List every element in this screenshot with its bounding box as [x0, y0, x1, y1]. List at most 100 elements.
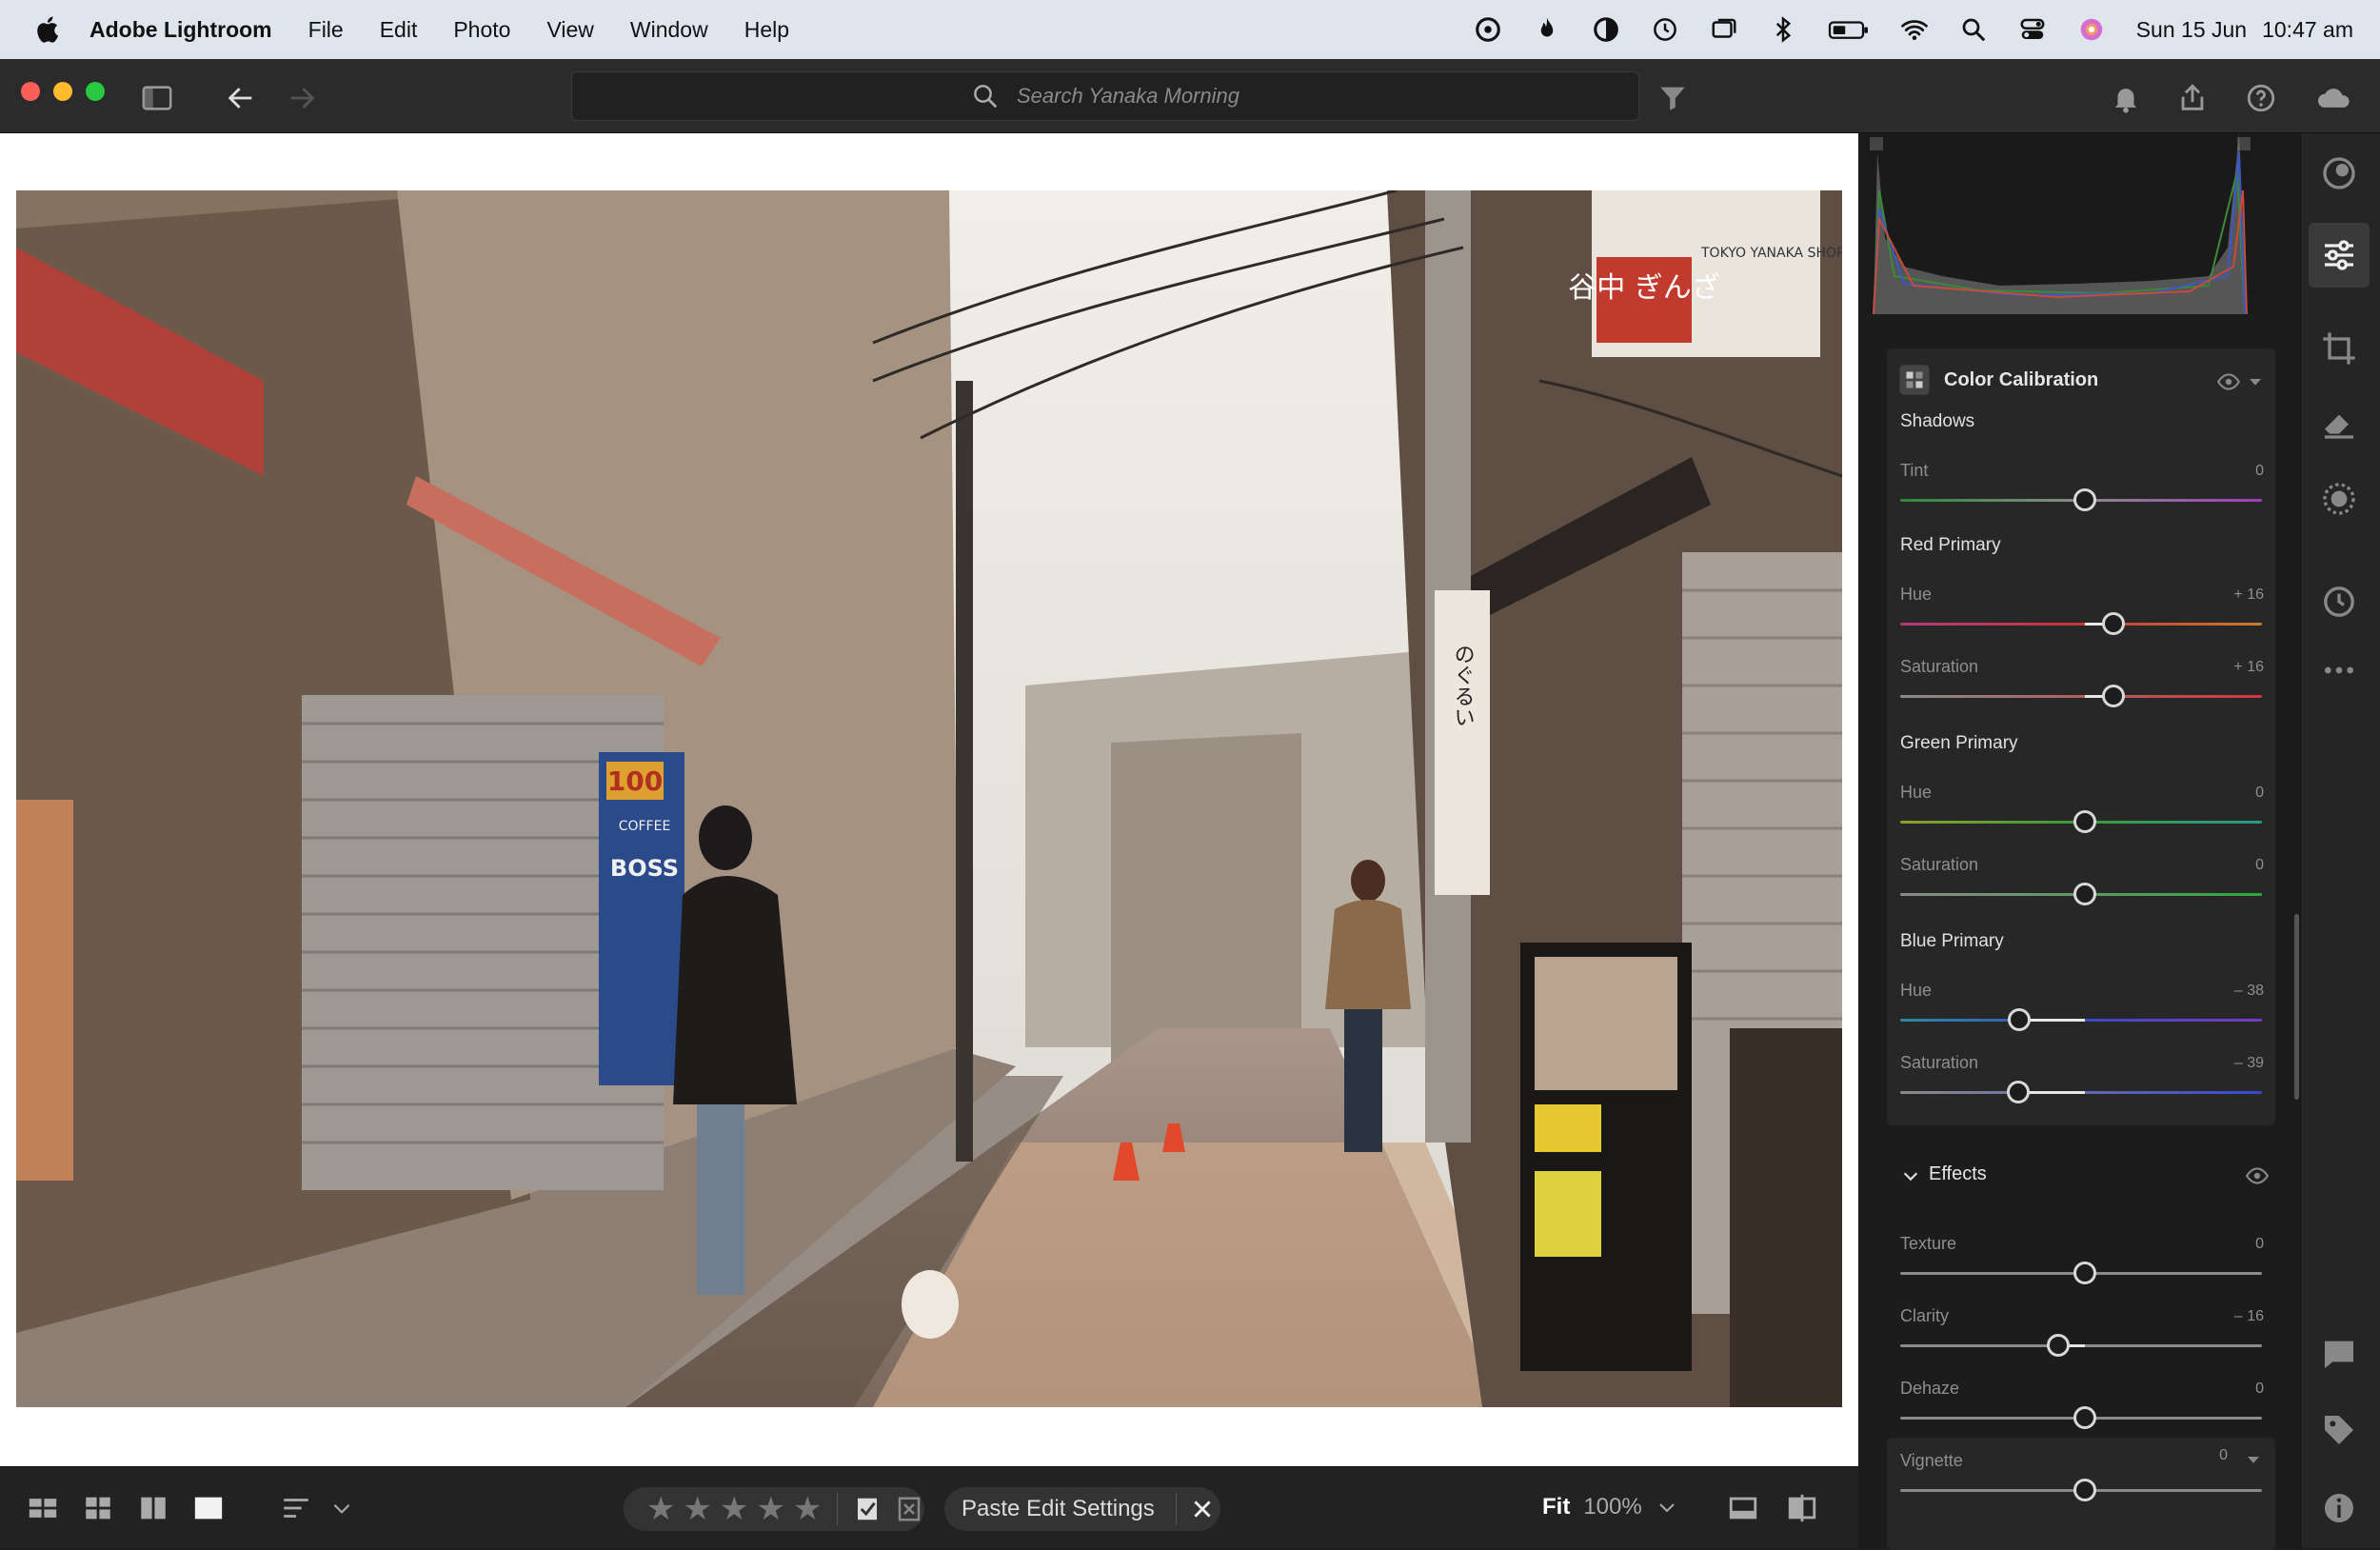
green-saturation-value[interactable]: 0: [2255, 857, 2264, 874]
shadows-tint-value[interactable]: 0: [2255, 463, 2264, 480]
edit-sliders-icon[interactable]: [2320, 236, 2358, 274]
time-machine-icon[interactable]: [1651, 15, 1679, 44]
green-hue-value[interactable]: 0: [2255, 785, 2264, 802]
star-5-icon[interactable]: ★: [793, 1493, 822, 1525]
close-window-button[interactable]: [21, 82, 40, 101]
info-icon[interactable]: [2320, 1489, 2358, 1527]
help-icon[interactable]: [2245, 82, 2277, 114]
green-hue-slider-thumb[interactable]: [2073, 810, 2096, 833]
visibility-eye-icon[interactable]: [2216, 369, 2241, 394]
minimize-window-button[interactable]: [53, 82, 72, 101]
green-hue-label: Hue: [1900, 783, 1933, 802]
dehaze-slider-thumb[interactable]: [2073, 1406, 2096, 1429]
flame-icon[interactable]: [1533, 15, 1561, 44]
menu-help[interactable]: Help: [744, 17, 789, 43]
zoom-fit-button[interactable]: Fit: [1542, 1494, 1570, 1520]
wifi-icon[interactable]: [1900, 15, 1929, 44]
notifications-bell-icon[interactable]: [2110, 82, 2142, 114]
battery-icon[interactable]: [1828, 15, 1870, 44]
blue-hue-slider-thumb[interactable]: [2008, 1008, 2031, 1031]
menu-window[interactable]: Window: [630, 17, 708, 43]
clarity-value[interactable]: – 16: [2234, 1308, 2264, 1325]
menu-edit[interactable]: Edit: [380, 17, 418, 43]
red-saturation-track[interactable]: [1900, 695, 2262, 698]
square-grid-view-icon[interactable]: [27, 1492, 59, 1524]
green-saturation-slider-thumb[interactable]: [2073, 883, 2096, 905]
paste-divider: [1175, 1493, 1177, 1525]
shadow-clipping-toggle[interactable]: [1870, 137, 1883, 150]
sort-chevron-down-icon[interactable]: [329, 1492, 354, 1524]
menu-file[interactable]: File: [308, 17, 344, 43]
effects-title[interactable]: Effects: [1929, 1163, 1987, 1185]
vignette-slider-thumb[interactable]: [2073, 1479, 2096, 1501]
menubar-clock[interactable]: Sun 15 Jun 10:47 am: [2136, 17, 2353, 43]
masking-icon[interactable]: [2320, 480, 2358, 518]
zoom-chevron-down-icon[interactable]: [1656, 1496, 1678, 1519]
control-center-icon[interactable]: [2018, 15, 2047, 44]
sort-icon[interactable]: [280, 1492, 312, 1524]
effects-collapse-chevron-icon[interactable]: [1900, 1165, 1921, 1186]
crop-rotate-icon[interactable]: [2320, 329, 2358, 368]
window-stack-icon[interactable]: [1710, 15, 1738, 44]
menu-photo[interactable]: Photo: [453, 17, 510, 43]
red-hue-slider-thumb[interactable]: [2102, 612, 2125, 635]
auto-edit-icon[interactable]: [2320, 154, 2358, 192]
red-saturation-value[interactable]: + 16: [2233, 659, 2264, 676]
blue-hue-value[interactable]: – 38: [2234, 983, 2264, 1000]
texture-value[interactable]: 0: [2255, 1236, 2264, 1253]
filter-icon[interactable]: [1656, 82, 1689, 114]
search-input[interactable]: Search Yanaka Morning: [571, 71, 1639, 121]
before-after-icon[interactable]: [1786, 1492, 1818, 1524]
close-paste-icon[interactable]: [1190, 1497, 1215, 1521]
star-4-icon[interactable]: ★: [756, 1493, 784, 1525]
edit-panel-scrollbar[interactable]: [2294, 914, 2299, 1100]
blue-saturation-value[interactable]: – 39: [2234, 1055, 2264, 1072]
forward-arrow-icon[interactable]: [286, 82, 318, 114]
star-3-icon[interactable]: ★: [720, 1493, 748, 1525]
sidebar-toggle-icon[interactable]: [141, 82, 173, 114]
zoom-window-button[interactable]: [86, 82, 105, 101]
bluetooth-icon[interactable]: [1769, 15, 1797, 44]
versions-history-icon[interactable]: [2320, 583, 2358, 621]
spotlight-search-icon[interactable]: [1959, 15, 1988, 44]
clarity-slider-thumb[interactable]: [2047, 1334, 2070, 1357]
apple-menu-icon[interactable]: [32, 13, 65, 46]
more-options-icon[interactable]: [2320, 651, 2358, 689]
siri-icon[interactable]: [2077, 15, 2106, 44]
effects-panel: Effects Texture 0 Clarity – 16 Dehaze 0 …: [1887, 1141, 2275, 1550]
star-2-icon[interactable]: ★: [683, 1493, 711, 1525]
red-hue-label: Hue: [1900, 585, 1933, 604]
compare-view-icon[interactable]: [137, 1492, 169, 1524]
texture-slider-thumb[interactable]: [2073, 1262, 2096, 1284]
red-hue-track[interactable]: [1900, 623, 2262, 626]
creative-cloud-status-icon[interactable]: [1474, 15, 1502, 44]
zoom-control[interactable]: Fit 100%: [1542, 1494, 1678, 1520]
flag-reject-icon[interactable]: [895, 1495, 923, 1523]
effects-visibility-eye-icon[interactable]: [2245, 1163, 2270, 1188]
app-name-menu[interactable]: Adobe Lightroom: [89, 17, 272, 43]
healing-eraser-icon[interactable]: [2320, 404, 2358, 442]
main-photo[interactable]: 谷中 ぎんざ TOKYO YANAKA SHOPPING STREET 100 …: [16, 190, 1842, 1407]
blue-saturation-slider-thumb[interactable]: [2007, 1081, 2030, 1103]
panel-options-chevron-icon[interactable]: [2247, 373, 2264, 390]
filmstrip-toggle-icon[interactable]: [1727, 1492, 1759, 1524]
red-saturation-slider-thumb[interactable]: [2102, 685, 2125, 707]
menu-view[interactable]: View: [546, 17, 593, 43]
vignette-options-chevron-icon[interactable]: [2245, 1451, 2262, 1468]
flag-pick-icon[interactable]: [853, 1495, 882, 1523]
paste-edit-settings-button[interactable]: Paste Edit Settings: [962, 1496, 1155, 1522]
detail-view-icon[interactable]: [192, 1492, 225, 1524]
photo-grid-view-icon[interactable]: [82, 1492, 114, 1524]
back-arrow-icon[interactable]: [225, 82, 257, 114]
contrast-icon[interactable]: [1592, 15, 1620, 44]
shadows-tint-slider-thumb[interactable]: [2073, 488, 2096, 511]
comments-icon[interactable]: [2320, 1335, 2358, 1373]
dehaze-value[interactable]: 0: [2255, 1381, 2264, 1398]
vignette-value[interactable]: 0: [2219, 1447, 2228, 1464]
red-hue-value[interactable]: + 16: [2233, 586, 2264, 604]
keywords-tag-icon[interactable]: [2320, 1411, 2358, 1449]
share-export-icon[interactable]: [2176, 82, 2209, 114]
star-1-icon[interactable]: ★: [646, 1493, 675, 1525]
cloud-sync-icon[interactable]: [2313, 82, 2355, 114]
zoom-level-value[interactable]: 100%: [1583, 1494, 1641, 1520]
